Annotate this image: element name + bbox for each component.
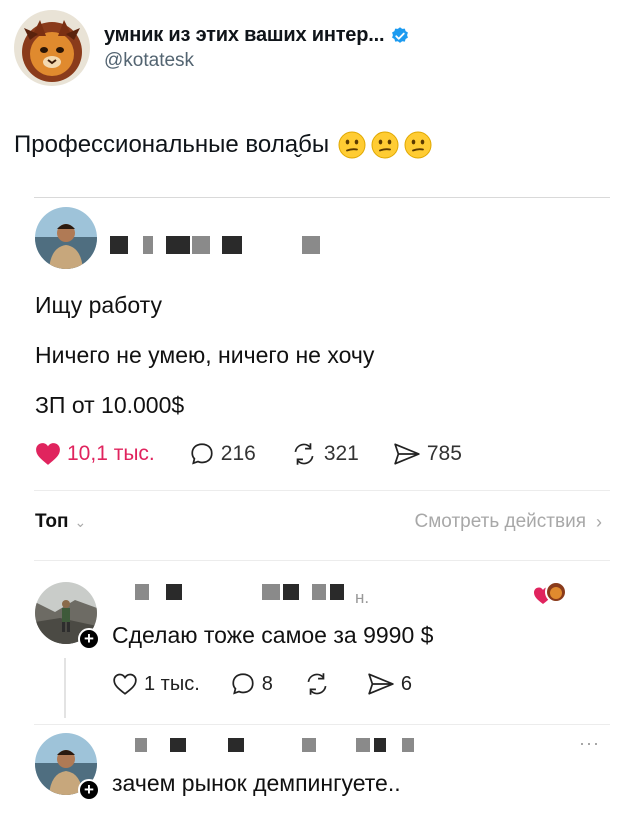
censored-name-block bbox=[283, 584, 299, 600]
man-avatar-icon[interactable] bbox=[35, 207, 97, 269]
like-button[interactable]: 10,1 тыс. bbox=[35, 442, 155, 466]
censored-name-block bbox=[302, 738, 316, 752]
censored-name-block bbox=[135, 738, 147, 752]
divider bbox=[34, 197, 610, 198]
repost-icon bbox=[294, 443, 314, 465]
reply-text: зачем рынок демпингуете.. bbox=[112, 770, 401, 796]
reply-text: Сделаю тоже самое за 9990 $ bbox=[112, 622, 434, 648]
liked-by-author-icon bbox=[533, 580, 567, 610]
divider bbox=[34, 490, 610, 491]
censored-name-block bbox=[262, 584, 280, 600]
cat-avatar-icon[interactable] bbox=[14, 10, 90, 86]
follow-plus-icon[interactable]: + bbox=[78, 779, 100, 801]
censored-name-block bbox=[166, 236, 190, 254]
verified-badge-icon bbox=[392, 26, 409, 43]
censored-name-block bbox=[374, 738, 386, 752]
censored-name-block bbox=[222, 236, 242, 254]
censored-name-block bbox=[330, 584, 344, 600]
reply-button[interactable]: 216 bbox=[189, 441, 256, 467]
share-count: 6 bbox=[400, 672, 413, 695]
send-icon bbox=[394, 443, 420, 465]
confused-face-icon bbox=[338, 131, 366, 159]
censored-name-block bbox=[402, 738, 414, 752]
like-button[interactable]: 1 тыс. bbox=[112, 672, 200, 696]
repost-icon bbox=[307, 673, 327, 695]
tweet-body: Профессиональные вола̬бы bbox=[14, 131, 330, 158]
reply-count: 216 bbox=[220, 442, 256, 465]
emoji-group bbox=[337, 130, 433, 160]
divider bbox=[34, 560, 610, 561]
more-options-icon[interactable]: ··· bbox=[579, 733, 600, 754]
comment-icon bbox=[232, 673, 254, 695]
repost-count: 321 bbox=[323, 442, 359, 465]
heart-outline-icon bbox=[113, 673, 137, 695]
censored-name-block bbox=[192, 236, 210, 254]
censored-name-block bbox=[302, 236, 320, 254]
share-count: 785 bbox=[426, 442, 462, 465]
follow-plus-icon[interactable]: + bbox=[78, 628, 100, 650]
chevron-right-icon: › bbox=[596, 511, 602, 532]
censored-name-block bbox=[166, 584, 182, 600]
tweet-text: Профессиональные вола̬бы bbox=[14, 130, 433, 160]
post-line: Ничего не умею, ничего не хочу bbox=[35, 342, 375, 368]
reply-count: 8 bbox=[261, 672, 273, 695]
replies-toolbar: Топ ⌄ Смотреть действия › bbox=[35, 511, 602, 533]
chevron-down-icon: ⌄ bbox=[74, 513, 87, 530]
send-icon bbox=[368, 673, 394, 695]
sort-label: Топ bbox=[35, 511, 69, 532]
reply-actions: 1 тыс. 8 6 bbox=[112, 671, 442, 697]
share-button[interactable]: 785 bbox=[393, 442, 462, 466]
censored-name-block bbox=[135, 584, 149, 600]
reply-time: н. bbox=[355, 588, 370, 607]
thread-line bbox=[64, 658, 66, 718]
share-button[interactable]: 6 bbox=[367, 672, 412, 696]
censored-name-block bbox=[110, 236, 128, 254]
comment-icon bbox=[191, 443, 213, 465]
post-actions: 10,1 тыс. 216 321 785 bbox=[35, 441, 496, 467]
censored-name-block bbox=[143, 236, 153, 254]
post-line: ЗП от 10.000$ bbox=[35, 392, 185, 418]
like-count: 10,1 тыс. bbox=[67, 442, 155, 465]
divider bbox=[34, 724, 610, 725]
heart-filled-icon bbox=[36, 443, 60, 465]
censored-name-block bbox=[356, 738, 370, 752]
confused-face-icon bbox=[371, 131, 399, 159]
user-handle[interactable]: @kotatesk bbox=[104, 50, 410, 72]
post-line: Ищу работу bbox=[35, 292, 162, 318]
reply-button[interactable]: 8 bbox=[230, 671, 273, 697]
like-count: 1 тыс. bbox=[144, 672, 200, 695]
view-activity-link[interactable]: Смотреть действия › bbox=[415, 511, 602, 533]
censored-name-block bbox=[228, 738, 244, 752]
censored-name-block bbox=[312, 584, 326, 600]
view-activity-label: Смотреть действия bbox=[414, 511, 586, 532]
sort-dropdown[interactable]: Топ ⌄ bbox=[35, 511, 86, 533]
censored-name-block bbox=[170, 738, 186, 752]
tweet-header: умник из этих ваших интер... @kotatesk bbox=[14, 10, 410, 86]
display-name[interactable]: умник из этих ваших интер... bbox=[104, 24, 385, 47]
repost-button[interactable] bbox=[303, 671, 337, 697]
confused-face-icon bbox=[404, 131, 432, 159]
repost-button[interactable]: 321 bbox=[290, 441, 359, 467]
